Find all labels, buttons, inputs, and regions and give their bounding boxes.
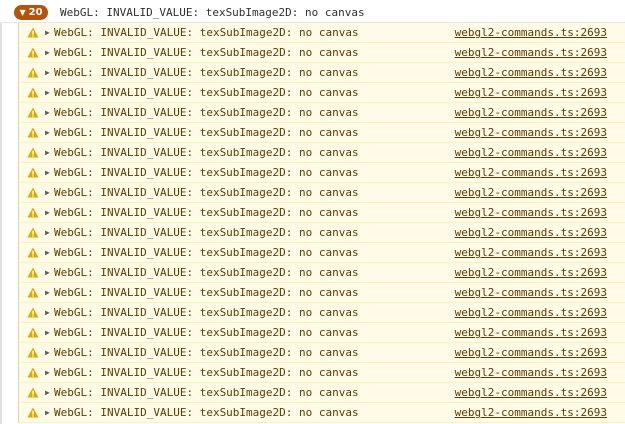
warning-triangle-icon bbox=[27, 227, 39, 239]
warning-row[interactable]: ▶ WebGL: INVALID_VALUE: texSubImage2D: no… bbox=[18, 43, 625, 63]
warning-row[interactable]: ▶ WebGL: INVALID_VALUE: texSubImage2D: no… bbox=[18, 223, 625, 243]
source-link[interactable]: webgl2-commands.ts:2693 bbox=[455, 206, 607, 219]
warning-row[interactable]: ▶ WebGL: INVALID_VALUE: texSubImage2D: no… bbox=[18, 363, 625, 383]
source-link[interactable]: webgl2-commands.ts:2693 bbox=[455, 226, 607, 239]
warning-triangle-icon bbox=[27, 407, 39, 419]
expand-arrow-icon[interactable]: ▶ bbox=[45, 268, 52, 277]
group-count-badge[interactable]: ▼ 20 bbox=[14, 5, 48, 20]
warning-triangle-icon bbox=[27, 327, 39, 339]
expand-arrow-icon[interactable]: ▶ bbox=[45, 388, 52, 397]
warning-row[interactable]: ▶ WebGL: INVALID_VALUE: texSubImage2D: no… bbox=[18, 323, 625, 343]
expand-arrow-icon[interactable]: ▶ bbox=[45, 148, 52, 157]
warning-row[interactable]: ▶ WebGL: INVALID_VALUE: texSubImage2D: no… bbox=[18, 143, 625, 163]
warning-triangle-icon bbox=[27, 247, 39, 259]
source-link[interactable]: webgl2-commands.ts:2693 bbox=[455, 346, 607, 359]
source-link[interactable]: webgl2-commands.ts:2693 bbox=[455, 186, 607, 199]
source-link[interactable]: webgl2-commands.ts:2693 bbox=[455, 86, 607, 99]
expand-arrow-icon[interactable]: ▶ bbox=[45, 88, 52, 97]
warning-triangle-icon bbox=[27, 367, 39, 379]
warning-triangle-icon bbox=[27, 187, 39, 199]
source-link[interactable]: webgl2-commands.ts:2693 bbox=[455, 106, 607, 119]
source-link[interactable]: webgl2-commands.ts:2693 bbox=[455, 366, 607, 379]
source-link[interactable]: webgl2-commands.ts:2693 bbox=[455, 126, 607, 139]
expand-arrow-icon[interactable]: ▶ bbox=[45, 328, 52, 337]
expand-arrow-icon[interactable]: ▶ bbox=[45, 308, 52, 317]
warning-row[interactable]: ▶ WebGL: INVALID_VALUE: texSubImage2D: no… bbox=[18, 23, 625, 43]
warning-triangle-icon bbox=[27, 347, 39, 359]
expand-arrow-icon[interactable]: ▶ bbox=[45, 368, 52, 377]
warning-triangle-icon bbox=[27, 387, 39, 399]
expand-arrow-icon[interactable]: ▶ bbox=[45, 228, 52, 237]
warning-row[interactable]: ▶ WebGL: INVALID_VALUE: texSubImage2D: no… bbox=[18, 103, 625, 123]
warning-row[interactable]: ▶ WebGL: INVALID_VALUE: texSubImage2D: no… bbox=[18, 303, 625, 323]
source-link[interactable]: webgl2-commands.ts:2693 bbox=[455, 66, 607, 79]
warning-triangle-icon bbox=[27, 127, 39, 139]
warning-row[interactable]: ▶ WebGL: INVALID_VALUE: texSubImage2D: no… bbox=[18, 83, 625, 103]
group-count: 20 bbox=[28, 7, 43, 18]
warning-row[interactable]: ▶ WebGL: INVALID_VALUE: texSubImage2D: no… bbox=[18, 263, 625, 283]
source-link[interactable]: webgl2-commands.ts:2693 bbox=[455, 386, 607, 399]
warning-triangle-icon bbox=[27, 307, 39, 319]
warning-row[interactable]: ▶ WebGL: INVALID_VALUE: texSubImage2D: no… bbox=[18, 403, 625, 423]
warning-row[interactable]: ▶ WebGL: INVALID_VALUE: texSubImage2D: no… bbox=[18, 243, 625, 263]
warning-triangle-icon bbox=[27, 147, 39, 159]
warning-triangle-icon bbox=[27, 287, 39, 299]
expand-arrow-icon[interactable]: ▶ bbox=[45, 68, 52, 77]
warning-triangle-icon bbox=[27, 87, 39, 99]
warning-triangle-icon bbox=[27, 27, 39, 39]
source-link[interactable]: webgl2-commands.ts:2693 bbox=[455, 326, 607, 339]
warning-triangle-icon bbox=[27, 267, 39, 279]
expand-arrow-icon[interactable]: ▶ bbox=[45, 28, 52, 37]
warning-group-header[interactable]: ▼ 20 WebGL: INVALID_VALUE: texSubImage2D… bbox=[0, 3, 625, 23]
expand-arrow-icon[interactable]: ▶ bbox=[45, 188, 52, 197]
warning-list: ▶ WebGL: INVALID_VALUE: texSubImage2D: no… bbox=[0, 23, 625, 423]
source-link[interactable]: webgl2-commands.ts:2693 bbox=[455, 146, 607, 159]
source-link[interactable]: webgl2-commands.ts:2693 bbox=[455, 406, 607, 419]
expand-arrow-icon[interactable]: ▶ bbox=[45, 48, 52, 57]
expand-arrow-icon[interactable]: ▶ bbox=[45, 168, 52, 177]
warning-row[interactable]: ▶ WebGL: INVALID_VALUE: texSubImage2D: no… bbox=[18, 183, 625, 203]
expand-arrow-icon[interactable]: ▶ bbox=[45, 248, 52, 257]
warning-triangle-icon bbox=[27, 207, 39, 219]
source-link[interactable]: webgl2-commands.ts:2693 bbox=[455, 286, 607, 299]
expand-arrow-icon[interactable]: ▶ bbox=[45, 108, 52, 117]
group-message: WebGL: INVALID_VALUE: texSubImage2D: no … bbox=[60, 6, 365, 19]
warning-row[interactable]: ▶ WebGL: INVALID_VALUE: texSubImage2D: no… bbox=[18, 123, 625, 143]
source-link[interactable]: webgl2-commands.ts:2693 bbox=[455, 266, 607, 279]
warning-row[interactable]: ▶ WebGL: INVALID_VALUE: texSubImage2D: no… bbox=[18, 343, 625, 363]
source-link[interactable]: webgl2-commands.ts:2693 bbox=[455, 46, 607, 59]
warning-triangle-icon bbox=[27, 47, 39, 59]
expand-arrow-icon[interactable]: ▶ bbox=[45, 128, 52, 137]
warning-row[interactable]: ▶ WebGL: INVALID_VALUE: texSubImage2D: no… bbox=[18, 283, 625, 303]
warning-row[interactable]: ▶ WebGL: INVALID_VALUE: texSubImage2D: no… bbox=[18, 383, 625, 403]
expand-arrow-icon[interactable]: ▶ bbox=[45, 408, 52, 417]
warning-row[interactable]: ▶ WebGL: INVALID_VALUE: texSubImage2D: no… bbox=[18, 163, 625, 183]
collapse-triangle-icon[interactable]: ▼ bbox=[19, 8, 25, 17]
source-link[interactable]: webgl2-commands.ts:2693 bbox=[455, 166, 607, 179]
source-link[interactable]: webgl2-commands.ts:2693 bbox=[455, 26, 607, 39]
source-link[interactable]: webgl2-commands.ts:2693 bbox=[455, 246, 607, 259]
source-link[interactable]: webgl2-commands.ts:2693 bbox=[455, 306, 607, 319]
expand-arrow-icon[interactable]: ▶ bbox=[45, 208, 52, 217]
warning-row[interactable]: ▶ WebGL: INVALID_VALUE: texSubImage2D: no… bbox=[18, 203, 625, 223]
warning-triangle-icon bbox=[27, 167, 39, 179]
expand-arrow-icon[interactable]: ▶ bbox=[45, 348, 52, 357]
warning-triangle-icon bbox=[27, 107, 39, 119]
warning-triangle-icon bbox=[27, 67, 39, 79]
warning-row[interactable]: ▶ WebGL: INVALID_VALUE: texSubImage2D: no… bbox=[18, 63, 625, 83]
expand-arrow-icon[interactable]: ▶ bbox=[45, 288, 52, 297]
console-panel: ▼ 20 WebGL: INVALID_VALUE: texSubImage2D… bbox=[0, 0, 625, 424]
